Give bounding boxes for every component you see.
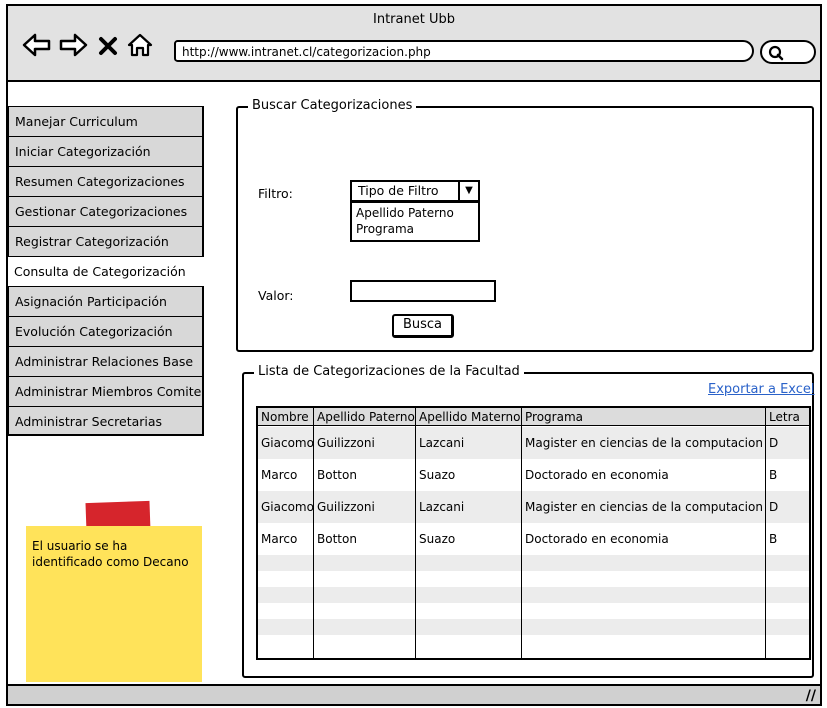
- sidebar-menu: Manejar Curriculum Iniciar Categorizació…: [8, 106, 204, 436]
- browser-window: Intranet Ubb http://www.intranet.cl/cate…: [6, 4, 822, 706]
- close-icon[interactable]: [96, 32, 120, 58]
- address-bar[interactable]: http://www.intranet.cl/categorizacion.ph…: [174, 40, 754, 62]
- table-row-empty: [258, 555, 809, 571]
- search-icon: [768, 45, 784, 61]
- column-divider: [415, 408, 416, 658]
- cell-letra: B: [769, 468, 778, 482]
- sidebar-item-iniciar-categorizacion[interactable]: Iniciar Categorización: [8, 136, 204, 166]
- filter-option-apellido-paterno[interactable]: Apellido Paterno: [356, 205, 474, 221]
- search-group: Buscar Categorizaciones: [236, 98, 814, 352]
- search-group-title: Buscar Categorizaciones: [248, 98, 417, 113]
- column-header-apellido-materno[interactable]: Apellido Materno: [416, 409, 522, 425]
- cell-apellido-paterno: Botton: [317, 468, 357, 482]
- search-button[interactable]: Busca: [392, 314, 454, 338]
- sidebar-item-asignacion-participacion[interactable]: Asignación Participación: [8, 286, 204, 316]
- sidebar-item-registrar-categorizacion[interactable]: Registrar Categorización: [8, 226, 204, 256]
- sidebar-item-evolucion-categorizacion[interactable]: Evolución Categorización: [8, 316, 204, 346]
- browser-toolbar: Intranet Ubb http://www.intranet.cl/cate…: [8, 6, 820, 82]
- cell-nombre: Giacomo: [261, 436, 314, 450]
- table-row[interactable]: Giacomo Guilizzoni Lazcani Magister en c…: [258, 491, 809, 523]
- filter-label: Filtro:: [258, 186, 293, 201]
- column-header-letra[interactable]: Letra: [766, 409, 809, 425]
- sidebar-item-administrar-secretarias[interactable]: Administrar Secretarias: [8, 406, 204, 436]
- table-row-empty: [258, 587, 809, 603]
- sidebar-item-consulta-categorizacion[interactable]: Consulta de Categorización: [8, 256, 204, 286]
- column-header-programa[interactable]: Programa: [522, 409, 766, 425]
- cell-apellido-materno: Suazo: [419, 468, 456, 482]
- sidebar-item-administrar-relaciones-base[interactable]: Administrar Relaciones Base: [8, 346, 204, 376]
- cell-apellido-paterno: Botton: [317, 532, 357, 546]
- cell-apellido-materno: Lazcani: [419, 500, 465, 514]
- cell-nombre: Marco: [261, 532, 298, 546]
- cell-letra: B: [769, 532, 778, 546]
- sidebar-item-administrar-miembros-comite[interactable]: Administrar Miembros Comite: [8, 376, 204, 406]
- sticky-note-text: El usuario se ha identificado como Decan…: [32, 539, 189, 569]
- column-divider: [313, 408, 314, 658]
- table-header: Nombre Apellido Paterno Apellido Materno…: [258, 408, 809, 426]
- cell-nombre: Marco: [261, 468, 298, 482]
- cell-programa: Magister en ciencias de la computacion: [525, 436, 763, 450]
- column-header-apellido-paterno[interactable]: Apellido Paterno: [314, 409, 416, 425]
- cell-apellido-paterno: Guilizzoni: [317, 436, 375, 450]
- value-label: Valor:: [258, 288, 294, 303]
- cell-programa: Magister en ciencias de la computacion: [525, 500, 763, 514]
- column-divider: [765, 408, 766, 658]
- cell-apellido-materno: Lazcani: [419, 436, 465, 450]
- cell-letra: D: [769, 436, 779, 450]
- cell-programa: Doctorado en economia: [525, 468, 669, 482]
- table-row[interactable]: Marco Botton Suazo Doctorado en economia…: [258, 523, 809, 555]
- home-icon[interactable]: [126, 32, 154, 58]
- cell-apellido-paterno: Guilizzoni: [317, 500, 375, 514]
- table-row[interactable]: Marco Botton Suazo Doctorado en economia…: [258, 459, 809, 491]
- filter-options-list: Apellido Paterno Programa: [350, 202, 480, 242]
- browser-search-box[interactable]: [760, 40, 816, 64]
- value-input[interactable]: [350, 280, 496, 302]
- column-header-nombre[interactable]: Nombre: [258, 409, 314, 425]
- table-row[interactable]: Giacomo Guilizzoni Lazcani Magister en c…: [258, 427, 809, 459]
- chevron-down-icon[interactable]: ▼: [458, 182, 478, 200]
- filter-select[interactable]: Tipo de Filtro ▼: [350, 180, 480, 202]
- cell-apellido-materno: Suazo: [419, 532, 456, 546]
- status-bar: //: [8, 684, 820, 704]
- sidebar-item-gestionar-categorizaciones[interactable]: Gestionar Categorizaciones: [8, 196, 204, 226]
- cell-nombre: Giacomo: [261, 500, 314, 514]
- back-arrow-icon[interactable]: [22, 32, 52, 58]
- column-divider: [521, 408, 522, 658]
- cell-programa: Doctorado en economia: [525, 532, 669, 546]
- filter-select-value: Tipo de Filtro: [358, 183, 439, 198]
- table-row-empty: [258, 619, 809, 635]
- sidebar-item-resumen-categorizaciones[interactable]: Resumen Categorizaciones: [8, 166, 204, 196]
- cell-letra: D: [769, 500, 779, 514]
- forward-arrow-icon[interactable]: [58, 32, 88, 58]
- resize-grip-icon[interactable]: //: [806, 688, 816, 704]
- filter-option-programa[interactable]: Programa: [356, 221, 474, 237]
- export-excel-link[interactable]: Exportar a Excel: [708, 382, 815, 397]
- sticky-note: El usuario se ha identificado como Decan…: [26, 526, 202, 682]
- list-group-title: Lista de Categorizaciones de la Facultad: [254, 364, 524, 379]
- sidebar-item-manejar-curriculum[interactable]: Manejar Curriculum: [8, 106, 204, 136]
- window-title: Intranet Ubb: [373, 12, 455, 27]
- categorizations-table: Nombre Apellido Paterno Apellido Materno…: [256, 406, 811, 660]
